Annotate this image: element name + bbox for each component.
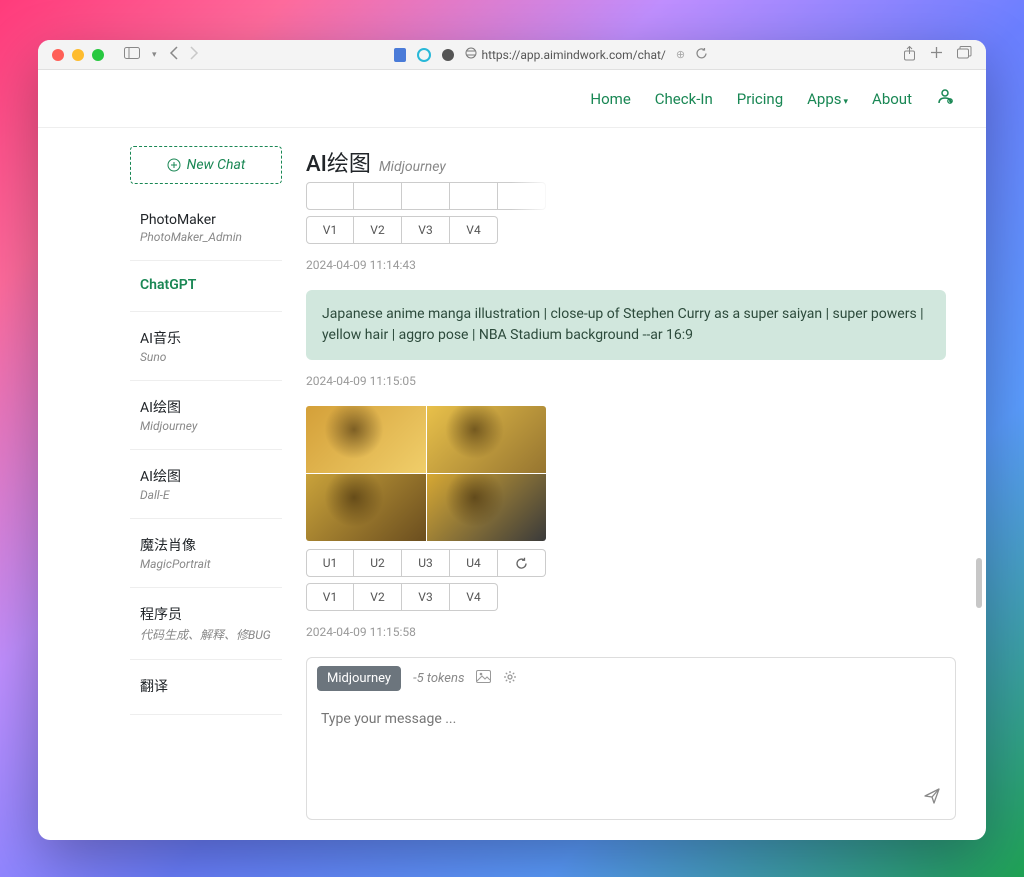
dropdown-caret-icon[interactable]: ▾ (152, 50, 157, 60)
v1-button[interactable]: V1 (306, 583, 354, 611)
sidebar-item-translate[interactable]: 翻译 (130, 660, 282, 715)
app-header: Home Check-In Pricing Apps▾ About (38, 70, 986, 128)
message-input[interactable] (321, 711, 941, 801)
sidebar-item-music[interactable]: AI音乐 Suno (130, 312, 282, 381)
timestamp: 2024-04-09 11:15:58 (306, 625, 946, 639)
v3-button[interactable]: V3 (402, 216, 450, 244)
u-button-row-partial (306, 182, 551, 210)
plus-circle-icon (167, 158, 181, 172)
user-message: Japanese anime manga illustration | clos… (306, 290, 946, 360)
v2-button[interactable]: V2 (354, 583, 402, 611)
tabs-icon[interactable] (957, 46, 972, 64)
v4-button[interactable]: V4 (450, 583, 498, 611)
nav-home[interactable]: Home (590, 90, 630, 108)
timestamp: 2024-04-09 11:15:05 (306, 374, 946, 388)
refresh-button[interactable] (498, 182, 546, 210)
sidebar-toggle-icon[interactable] (124, 47, 140, 62)
message-input-panel: Midjourney -5 tokens (306, 657, 956, 820)
gear-icon[interactable] (503, 670, 517, 688)
regenerate-button[interactable] (498, 549, 546, 577)
extension-icon-3[interactable] (441, 48, 455, 62)
sidebar-item-programmer[interactable]: 程序员 代码生成、解释、修BUG (130, 588, 282, 660)
generated-image-3 (306, 474, 426, 541)
new-tab-icon[interactable] (930, 46, 943, 64)
reload-icon[interactable] (695, 47, 708, 63)
scrollbar-thumb[interactable] (976, 558, 982, 608)
sidebar-item-magicportrait[interactable]: 魔法肖像 MagicPortrait (130, 519, 282, 588)
sidebar-item-photomaker[interactable]: PhotoMaker PhotoMaker_Admin (130, 196, 282, 261)
site-settings-icon[interactable] (465, 47, 477, 62)
u1-button[interactable]: U1 (306, 549, 354, 577)
u4-button[interactable]: U4 (450, 549, 498, 577)
u-button[interactable] (354, 182, 402, 210)
minimize-window-button[interactable] (72, 49, 84, 61)
v3-button[interactable]: V3 (402, 583, 450, 611)
image-attach-icon[interactable] (476, 670, 491, 687)
u2-button[interactable]: U2 (354, 549, 402, 577)
u-button[interactable] (402, 182, 450, 210)
send-button[interactable] (923, 787, 941, 809)
sidebar-item-midjourney[interactable]: AI绘图 Midjourney (130, 381, 282, 450)
generated-image-1 (306, 406, 426, 473)
nav-apps[interactable]: Apps▾ (807, 90, 848, 108)
traffic-lights (52, 49, 104, 61)
chevron-down-icon: ▾ (844, 97, 849, 107)
main-content: AI绘图 Midjourney V1 V2 V3 V4 (288, 128, 986, 840)
nav-pricing[interactable]: Pricing (737, 90, 783, 108)
sidebar-item-chatgpt[interactable]: ChatGPT (130, 261, 282, 312)
refresh-icon (515, 557, 528, 570)
forward-button[interactable] (190, 46, 199, 63)
v1-button[interactable]: V1 (306, 216, 354, 244)
v-button-row-top: V1 V2 V3 V4 (306, 216, 946, 244)
extension-icon-2[interactable] (417, 48, 431, 62)
timestamp: 2024-04-09 11:14:43 (306, 258, 946, 272)
url-text: https://app.aimindwork.com/chat/ (481, 48, 665, 62)
chat-scroll-area[interactable]: V1 V2 V3 V4 2024-04-09 11:14:43 Japanese… (306, 178, 956, 657)
u-button[interactable] (450, 182, 498, 210)
back-button[interactable] (169, 46, 178, 63)
user-icon[interactable] (936, 87, 954, 110)
v2-button[interactable]: V2 (354, 216, 402, 244)
share-icon[interactable] (903, 46, 916, 64)
nav-checkin[interactable]: Check-In (655, 90, 713, 108)
v4-button[interactable]: V4 (450, 216, 498, 244)
generated-image-4 (427, 474, 547, 541)
extension-icon-1[interactable] (393, 48, 407, 62)
address-bar[interactable]: https://app.aimindwork.com/chat/ (465, 47, 665, 62)
generated-image-2 (427, 406, 547, 473)
maximize-window-button[interactable] (92, 49, 104, 61)
page-title: AI绘图 Midjourney (306, 146, 956, 178)
sidebar: New Chat PhotoMaker PhotoMaker_Admin Cha… (38, 128, 288, 840)
sidebar-item-dalle[interactable]: AI绘图 Dall-E (130, 450, 282, 519)
generated-image-grid[interactable] (306, 406, 546, 541)
u-button[interactable] (306, 182, 354, 210)
u-button-row: U1 U2 U3 U4 (306, 549, 946, 577)
model-badge[interactable]: Midjourney (317, 666, 401, 691)
u3-button[interactable]: U3 (402, 549, 450, 577)
browser-window: ▾ https://app.aimindwork.com/chat/ ⊕ (38, 40, 986, 840)
v-button-row: V1 V2 V3 V4 (306, 583, 946, 611)
new-chat-button[interactable]: New Chat (130, 146, 282, 184)
close-window-button[interactable] (52, 49, 64, 61)
translate-icon[interactable]: ⊕ (676, 48, 685, 61)
titlebar: ▾ https://app.aimindwork.com/chat/ ⊕ (38, 40, 986, 70)
token-cost: -5 tokens (413, 671, 464, 686)
nav-about[interactable]: About (872, 90, 912, 108)
